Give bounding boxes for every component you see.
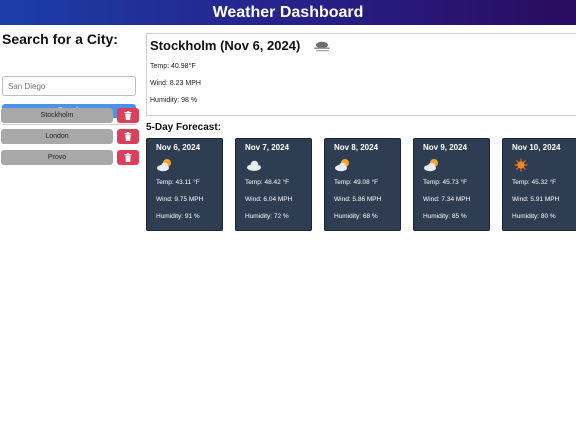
forecast-humidity: Humidity: 68 % (334, 213, 378, 220)
current-wind: Wind: 8.23 MPH (150, 80, 201, 87)
current-humidity: Humidity: 98 % (150, 97, 198, 104)
forecast-date: Nov 10, 2024 (512, 143, 561, 152)
history-item: Provo (1, 150, 140, 165)
city-search-input[interactable] (2, 76, 136, 96)
header: Weather Dashboard (0, 0, 576, 25)
forecast-date: Nov 9, 2024 (423, 143, 468, 152)
forecast-temp: Temp: 45.32 °F (512, 179, 557, 186)
current-city-title: Stockholm (Nov 6, 2024) (150, 38, 301, 53)
history-item: Stockholm (1, 108, 140, 123)
forecast-heading: 5-Day Forecast: (146, 122, 222, 133)
forecast-temp: Temp: 43.11 °F (156, 179, 200, 186)
history-city-button[interactable]: Stockholm (1, 108, 113, 123)
partly-cloudy-icon (424, 159, 438, 172)
forecast-card: Nov 6, 2024 Temp: 43.11 °F Wind: 9.75 MP… (146, 138, 223, 231)
trash-icon (124, 153, 132, 162)
forecast-card: Nov 9, 2024 Temp: 45.73 °F Wind: 7.34 MP… (413, 138, 490, 231)
forecast-wind: Wind: 7.34 MPH (423, 196, 471, 203)
forecast-card: Nov 7, 2024 Temp: 48.42 °F Wind: 6.04 MP… (235, 138, 312, 231)
forecast-humidity: Humidity: 91 % (156, 213, 200, 220)
forecast-wind: Wind: 5.91 MPH (512, 196, 560, 203)
cloud-icon (247, 160, 261, 171)
sun-icon (514, 158, 528, 172)
search-heading: Search for a City: (2, 31, 118, 47)
divider (2, 124, 136, 125)
app-title: Weather Dashboard (212, 4, 364, 21)
delete-history-button[interactable] (117, 129, 139, 144)
forecast-temp: Temp: 49.08 °F (334, 179, 379, 186)
forecast-date: Nov 8, 2024 (334, 143, 379, 152)
forecast-humidity: Humidity: 80 % (512, 213, 556, 220)
sidebar: Search for a City: Search Stockholm Lond… (0, 25, 141, 448)
forecast-date: Nov 7, 2024 (245, 143, 290, 152)
forecast-wind: Wind: 9.75 MPH (156, 196, 204, 203)
trash-icon (124, 111, 132, 120)
forecast-temp: Temp: 45.73 °F (423, 179, 468, 186)
history-city-button[interactable]: Provo (1, 150, 113, 165)
forecast-humidity: Humidity: 72 % (245, 213, 289, 220)
forecast-temp: Temp: 48.42 °F (245, 179, 290, 186)
forecast-wind: Wind: 6.04 MPH (245, 196, 293, 203)
delete-history-button[interactable] (117, 108, 139, 123)
forecast-card: Nov 10, 2024 Temp: 45.32 °F Wind: 5.91 M… (502, 138, 576, 231)
history-item: London (1, 129, 140, 144)
delete-history-button[interactable] (117, 150, 139, 165)
forecast-date: Nov 6, 2024 (156, 143, 201, 152)
forecast-card: Nov 8, 2024 Temp: 49.08 °F Wind: 5.86 MP… (324, 138, 401, 231)
forecast-humidity: Humidity: 85 % (423, 213, 467, 220)
current-weather-panel: Stockholm (Nov 6, 2024) Temp: 40.98°F Wi… (146, 33, 576, 116)
mist-icon (314, 41, 330, 52)
forecast-wind: Wind: 5.86 MPH (334, 196, 382, 203)
trash-icon (124, 132, 132, 141)
history-city-button[interactable]: London (1, 129, 113, 144)
partly-cloudy-icon (335, 159, 349, 172)
partly-cloudy-icon (157, 159, 171, 172)
current-temp: Temp: 40.98°F (150, 63, 196, 70)
